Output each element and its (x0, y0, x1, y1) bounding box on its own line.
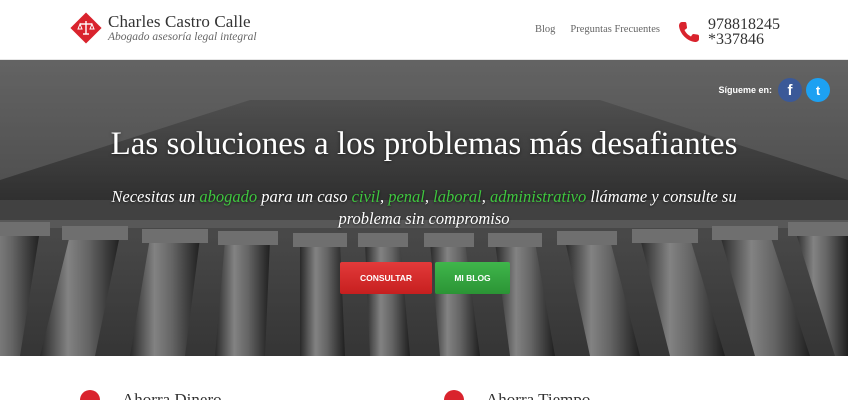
facebook-icon[interactable]: f (778, 78, 802, 102)
main-nav: Blog Preguntas Frecuentes (535, 24, 660, 35)
subtitle-text: , (379, 187, 389, 206)
subtitle-highlight-penal: penal (388, 187, 425, 206)
phone-number-1: 978818245 (708, 16, 780, 33)
subtitle-text: , (481, 187, 490, 206)
hero-buttons: CONSULTAR MI BLOG (340, 262, 510, 294)
money-icon (80, 390, 100, 400)
hero-title: Las soluciones a los problemas más desaf… (110, 126, 738, 162)
twitter-icon[interactable]: t (806, 78, 830, 102)
phone-number-2: *337846 (708, 31, 764, 48)
subtitle-highlight-laboral: laboral (433, 187, 482, 206)
brand-tagline: Abogado asesoría legal integral (108, 31, 257, 43)
brand-name: Charles Castro Calle (108, 12, 251, 31)
mi-blog-button[interactable]: MI BLOG (435, 262, 510, 294)
subtitle-highlight-administrativo: administrativo (490, 187, 587, 206)
feature-title: Ahorra Tiempo (486, 390, 591, 400)
phone-icon (679, 22, 699, 42)
subtitle-text: , (424, 187, 434, 206)
subtitle-highlight-abogado: abogado (199, 187, 258, 206)
nav-item-faq[interactable]: Preguntas Frecuentes (570, 24, 660, 35)
nav-item-blog[interactable]: Blog (535, 24, 555, 35)
subtitle-text: para un caso (257, 187, 352, 206)
social-label: Sígueme en: (718, 85, 772, 95)
consultar-button[interactable]: CONSULTAR (340, 262, 432, 294)
hero-subtitle: Necesitas un abogado para un caso civil,… (80, 186, 768, 230)
scales-logo-icon (70, 12, 102, 44)
feature-title: Ahorra Dinero (122, 390, 222, 400)
site-header: Charles Castro Calle Abogado asesoría le… (0, 0, 848, 60)
social-links: Sígueme en: f t (718, 78, 830, 102)
subtitle-highlight-civil: civil (351, 187, 380, 206)
subtitle-text: Necesitas un (111, 187, 200, 206)
clock-icon (444, 390, 464, 400)
brand[interactable]: Charles Castro Calle Abogado asesoría le… (70, 12, 257, 44)
feature-save-money: Ahorra Dinero (80, 390, 222, 400)
feature-save-time: Ahorra Tiempo (444, 390, 590, 400)
phone-contact[interactable]: 978818245 *337846 (676, 16, 780, 48)
hero-section: Sígueme en: f t Las soluciones a los pro… (0, 60, 848, 356)
